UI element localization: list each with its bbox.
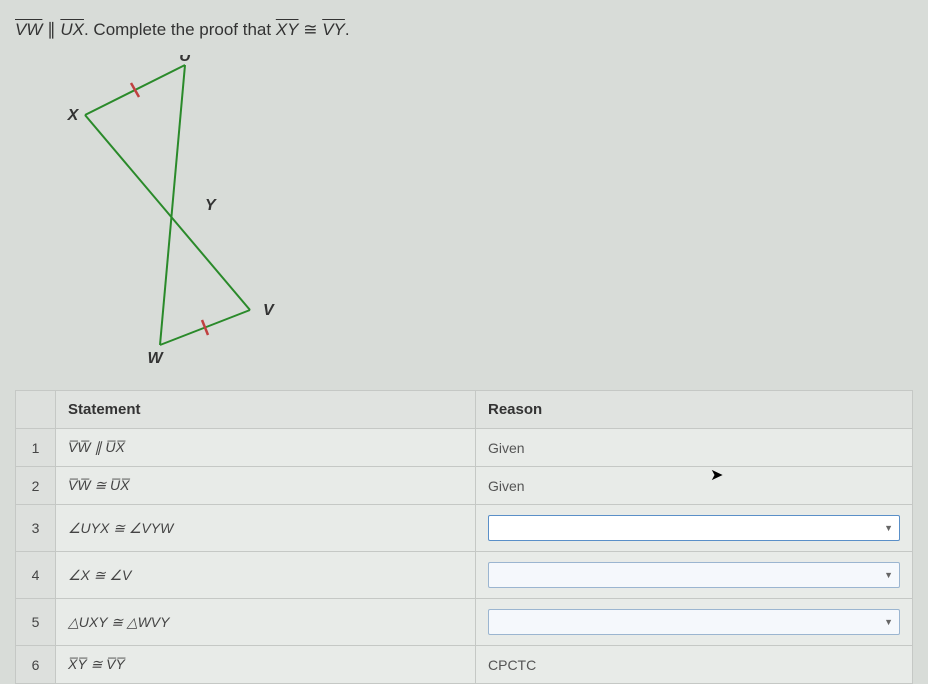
reason-dropdown[interactable]: ▼ xyxy=(488,609,900,635)
header-blank xyxy=(16,391,56,429)
segment-ux: UX xyxy=(60,20,84,39)
segment-vy: VY xyxy=(322,20,345,39)
statement-cell: X̅Y̅ ≅ V̅Y̅ xyxy=(56,646,476,684)
statement-cell: V̅W̅ ∥ U̅X̅ xyxy=(56,429,476,467)
row-number: 5 xyxy=(16,599,56,646)
segment-vw: VW xyxy=(15,20,42,39)
label-x: X xyxy=(67,107,80,124)
table-row: 5 △UXY ≅ △WVY ▼ xyxy=(16,599,913,646)
label-v: V xyxy=(263,302,275,319)
label-w: W xyxy=(147,350,164,365)
chevron-down-icon: ▼ xyxy=(884,570,893,580)
label-u: U xyxy=(179,55,191,65)
header-reason: Reason xyxy=(476,391,913,429)
reason-dropdown[interactable]: ▼ xyxy=(488,515,900,541)
row-number: 2 xyxy=(16,467,56,505)
segment-xy: XY xyxy=(276,20,299,39)
proof-table: Statement Reason 1 V̅W̅ ∥ U̅X̅ Given 2 V… xyxy=(15,390,913,684)
reason-cell: Given xyxy=(476,467,913,505)
reason-cell: Given xyxy=(476,429,913,467)
problem-statement: VW ∥ UX. Complete the proof that XY ≅ VY… xyxy=(15,20,913,40)
reason-dropdown[interactable]: ▼ xyxy=(488,562,900,588)
statement-cell: V̅W̅ ≅ U̅X̅ xyxy=(56,467,476,505)
reason-cell: ▼ xyxy=(476,599,913,646)
chevron-down-icon: ▼ xyxy=(884,617,893,627)
label-y: Y xyxy=(205,197,217,214)
table-row: 3 ∠UYX ≅ ∠VYW ▼ xyxy=(16,505,913,552)
row-number: 1 xyxy=(16,429,56,467)
statement-cell: ∠UYX ≅ ∠VYW xyxy=(56,505,476,552)
table-row: 2 V̅W̅ ≅ U̅X̅ Given xyxy=(16,467,913,505)
diagram-svg: U X Y V W xyxy=(55,55,295,365)
geometry-diagram: U X Y V W xyxy=(55,55,913,370)
table-header-row: Statement Reason xyxy=(16,391,913,429)
reason-cell: ▼ xyxy=(476,552,913,599)
reason-cell: ▼ xyxy=(476,505,913,552)
row-number: 3 xyxy=(16,505,56,552)
statement-cell: △UXY ≅ △WVY xyxy=(56,599,476,646)
row-number: 4 xyxy=(16,552,56,599)
header-statement: Statement xyxy=(56,391,476,429)
row-number: 6 xyxy=(16,646,56,684)
reason-cell: CPCTC xyxy=(476,646,913,684)
statement-cell: ∠X ≅ ∠V xyxy=(56,552,476,599)
table-row: 1 V̅W̅ ∥ U̅X̅ Given xyxy=(16,429,913,467)
table-row: 4 ∠X ≅ ∠V ▼ xyxy=(16,552,913,599)
table-row: 6 X̅Y̅ ≅ V̅Y̅ CPCTC xyxy=(16,646,913,684)
chevron-down-icon: ▼ xyxy=(884,523,893,533)
